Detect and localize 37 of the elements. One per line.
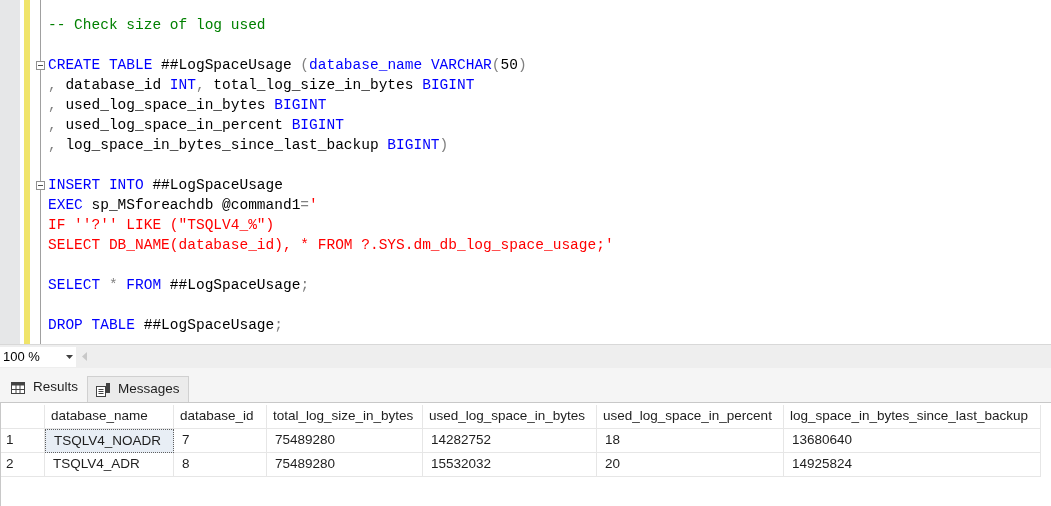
tab[interactable]: Messages [87,376,189,402]
collapse-icon[interactable] [36,181,45,190]
code-line: INSERT INTO ##LogSpaceUsage [48,176,283,195]
code-line: DROP TABLE ##LogSpaceUsage; [48,316,283,335]
table-cell[interactable]: 14925824 [784,453,1041,477]
table-cell[interactable]: 18 [597,429,784,453]
row-number[interactable]: 2 [1,453,45,477]
document-icon [96,382,110,397]
code-line: , used_log_space_in_bytes BIGINT [48,96,327,115]
grid-icon [11,381,25,394]
column-header[interactable]: used_log_space_in_percent [597,405,784,429]
table-cell[interactable]: 75489280 [267,453,423,477]
column-header[interactable]: database_id [174,405,267,429]
table-cell[interactable]: TSQLV4_NOADR [45,429,174,453]
table-cell[interactable]: 13680640 [784,429,1041,453]
table-cell[interactable]: 75489280 [267,429,423,453]
table-cell[interactable]: 14282752 [423,429,597,453]
code-line: SELECT * FROM ##LogSpaceUsage; [48,276,310,295]
table-cell[interactable]: TSQLV4_ADR [45,453,174,477]
dropdown-arrow-icon [66,354,73,359]
table-cell[interactable]: 15532032 [423,453,597,477]
table-cell[interactable]: 7 [174,429,267,453]
code-line: , log_space_in_bytes_since_last_backup BIGINT) [48,136,449,155]
column-header[interactable]: total_log_size_in_bytes [267,405,423,429]
code-line: IF ''?'' LIKE ("TSQLV4_%") [48,216,275,235]
table-cell[interactable]: 8 [174,453,267,477]
code-line: , database_id INT, total_log_size_in_bytes BIGINT [48,76,475,95]
code-line: SELECT DB_NAME(database_id), * FROM ?.SYS.dm_db_log_space_usage;' [48,236,614,255]
code-line: EXEC sp_MSforeachdb @command1=' [48,196,318,215]
code-line: CREATE TABLE ##LogSpaceUsage (database_name VARCHAR(50) [48,56,527,75]
zoom-dropdown[interactable]: 100 % [0,346,76,367]
column-header[interactable]: used_log_space_in_bytes [423,405,597,429]
collapse-icon[interactable] [36,61,45,70]
code-line: -- Check size of log used [48,16,266,35]
table-cell[interactable]: 20 [597,453,784,477]
column-header[interactable]: log_space_in_bytes_since_last_backup [784,405,1041,429]
code-line: , used_log_space_in_percent BIGINT [48,116,344,135]
